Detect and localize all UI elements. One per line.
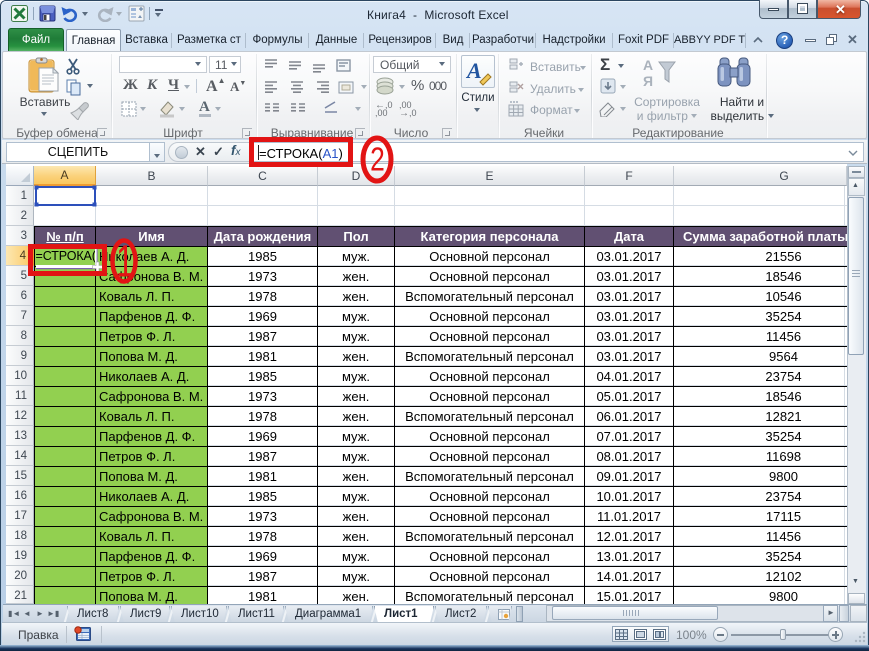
svg-text:Я: Я: [643, 73, 653, 89]
svg-text:А: А: [643, 57, 653, 73]
